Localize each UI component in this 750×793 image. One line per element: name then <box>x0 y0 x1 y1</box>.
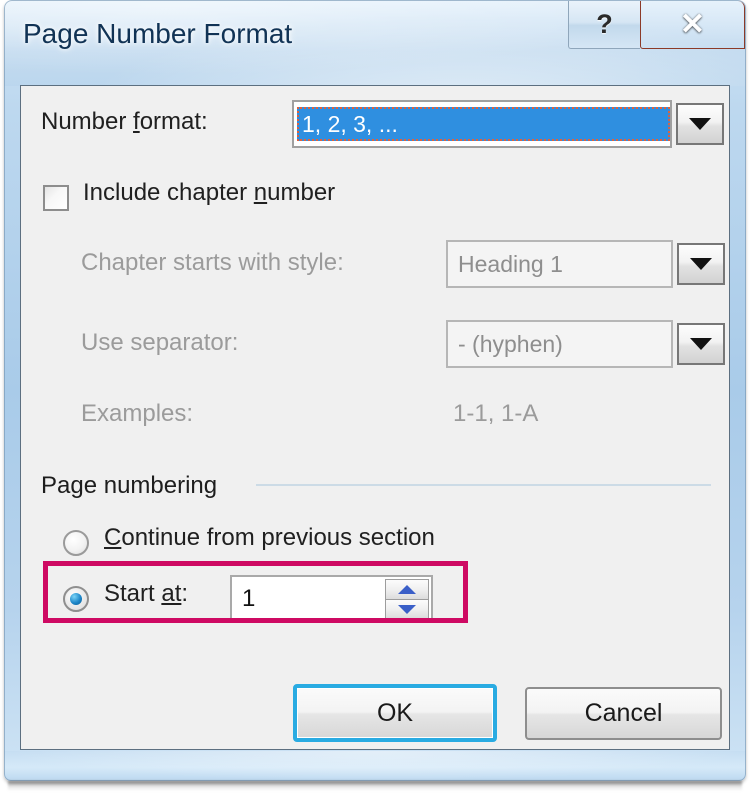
chevron-down-icon <box>689 118 711 130</box>
chevron-down-icon <box>690 258 712 270</box>
ok-button-label: OK <box>376 698 414 727</box>
use-separator-value: - (hyphen) <box>458 330 563 357</box>
number-format-dropdown-button[interactable] <box>676 103 724 145</box>
page-numbering-group-title: Page numbering <box>41 472 218 499</box>
chapter-starts-with-style-value: Heading 1 <box>458 250 563 277</box>
chevron-down-icon <box>690 338 712 350</box>
dialog-body: Number format: 1, 2, 3, ... Include chap… <box>20 85 730 750</box>
screenshot-root: Page Number Format ? ✕ Number format: 1,… <box>0 0 750 793</box>
start-at-spin-buttons <box>385 579 429 619</box>
radio-continue-from-previous-section-label[interactable]: Continue from previous section <box>104 524 435 552</box>
window-title: Page Number Format <box>23 18 293 49</box>
start-at-spinner[interactable]: 1 <box>230 575 433 623</box>
radio-start-at[interactable] <box>63 586 89 612</box>
caption-button-group: ? ✕ <box>568 1 745 49</box>
use-separator-label: Use separator: <box>81 329 239 356</box>
dialog-window-frame: Page Number Format ? ✕ Number format: 1,… <box>4 0 746 781</box>
ok-button[interactable]: OK <box>293 684 497 742</box>
radio-start-at-label[interactable]: Start at: <box>104 580 188 608</box>
triangle-up-icon <box>398 585 416 594</box>
question-mark-icon: ? <box>596 9 613 39</box>
radio-continue-from-previous-section[interactable] <box>63 530 89 556</box>
number-format-value: 1, 2, 3, ... <box>297 107 670 141</box>
start-at-decrement-button[interactable] <box>385 599 429 619</box>
page-numbering-group-divider <box>256 484 711 486</box>
chapter-starts-with-style-combobox: Heading 1 <box>446 240 673 288</box>
titlebar[interactable]: Page Number Format ? ✕ <box>4 0 746 84</box>
window-drop-shadow <box>8 781 742 791</box>
number-format-label: Number format: <box>41 108 208 135</box>
frame-bottom-glass <box>4 751 746 781</box>
start-at-increment-button[interactable] <box>385 579 429 599</box>
close-button[interactable]: ✕ <box>640 1 745 49</box>
help-button[interactable]: ? <box>568 1 640 49</box>
close-icon: ✕ <box>679 7 706 41</box>
cancel-button-label: Cancel <box>584 699 663 727</box>
start-at-input[interactable]: 1 <box>232 577 385 621</box>
include-chapter-number-checkbox[interactable] <box>43 185 69 211</box>
chapter-starts-with-style-label: Chapter starts with style: <box>81 249 344 276</box>
triangle-down-icon <box>398 604 416 614</box>
cancel-button[interactable]: Cancel <box>525 687 722 740</box>
number-format-combobox[interactable]: 1, 2, 3, ... <box>292 100 672 148</box>
chapter-starts-with-style-dropdown-button <box>677 243 725 285</box>
examples-label: Examples: <box>81 400 194 427</box>
use-separator-dropdown-button <box>677 323 725 365</box>
examples-value: 1-1, 1-A <box>453 400 539 427</box>
use-separator-combobox: - (hyphen) <box>446 320 673 368</box>
include-chapter-number-label[interactable]: Include chapter number <box>83 179 335 207</box>
number-format-combobox-field[interactable]: 1, 2, 3, ... <box>294 102 670 146</box>
